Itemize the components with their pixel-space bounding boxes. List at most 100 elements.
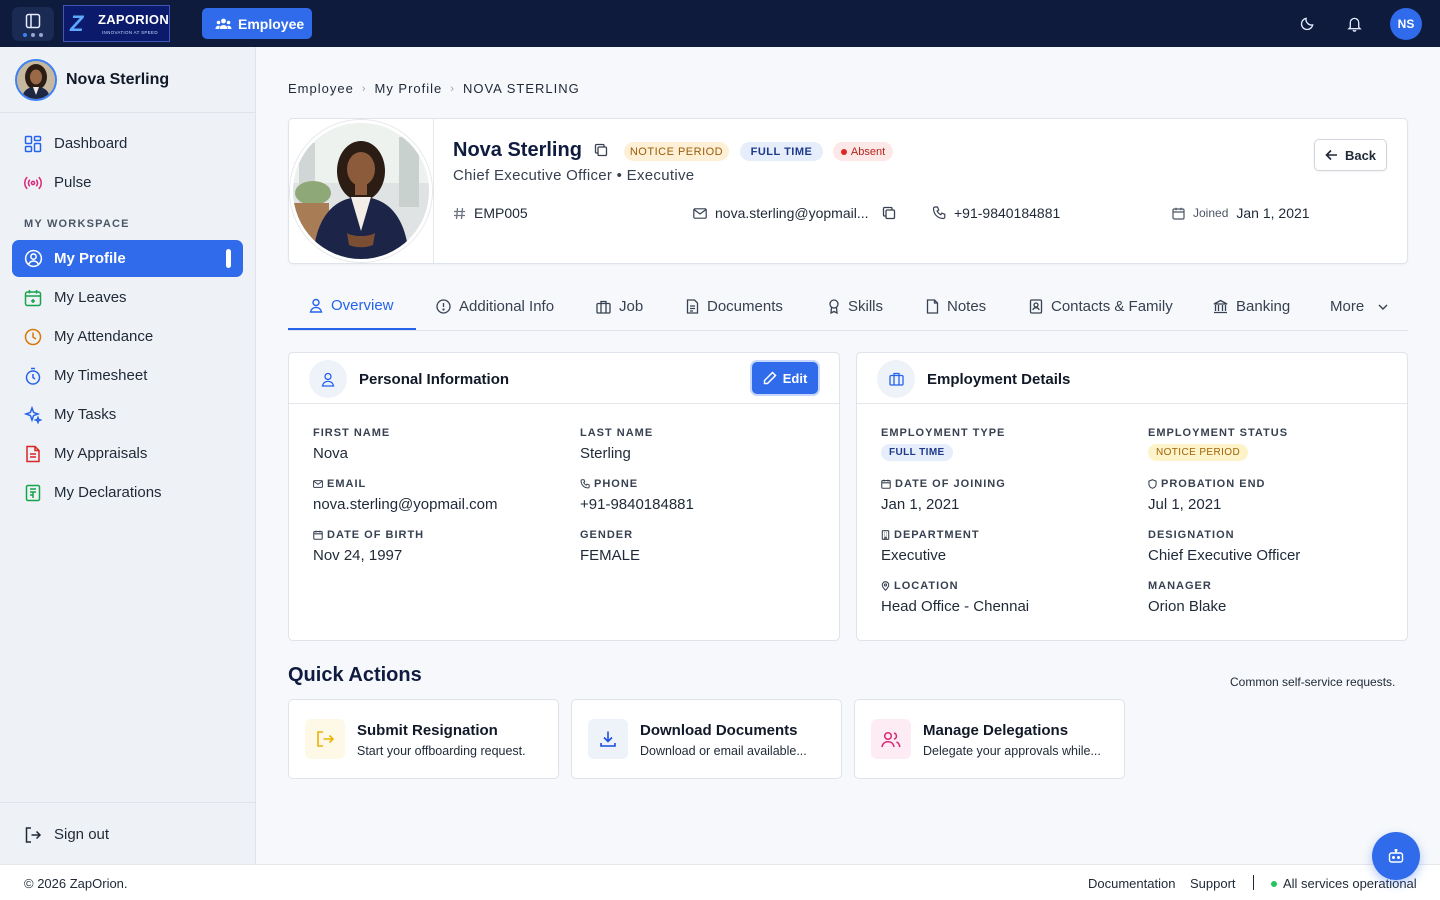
sidebar-item-label: My Appraisals [54, 445, 148, 462]
first-name-field: FIRST NAME Nova [313, 427, 390, 462]
edit-button[interactable]: Edit [752, 362, 818, 394]
back-button[interactable]: Back [1314, 139, 1387, 171]
designation-field: DESIGNATION Chief Executive Officer [1148, 529, 1300, 564]
breadcrumb-item[interactable]: Employee [288, 81, 354, 96]
sidebar-item-my-leaves[interactable]: My Leaves [12, 279, 243, 316]
sidebar-item-pulse[interactable]: Pulse [12, 164, 243, 201]
pencil-icon [763, 371, 777, 385]
chevron-right-icon: › [361, 82, 367, 95]
field-label: DATE OF JOINING [881, 478, 1006, 490]
tab-label: Documents [707, 298, 783, 315]
sidebar: Nova Sterling Dashboard Pulse MY WORKSPA… [0, 47, 256, 864]
tab-overview[interactable]: Overview [288, 283, 416, 330]
employee-module-button[interactable]: Employee [202, 8, 312, 39]
sidebar-item-my-timesheet[interactable]: My Timesheet [12, 357, 243, 394]
logo-mark-icon: Z [70, 11, 84, 36]
pulse-icon [23, 173, 43, 193]
bank-icon [1213, 299, 1228, 314]
tab-additional-info[interactable]: Additional Info [436, 283, 554, 330]
tab-label: Notes [947, 298, 987, 315]
tab-label: Additional Info [459, 298, 555, 315]
field-label-text: DEPARTMENT [894, 529, 980, 541]
logo-text: ZAPORION [98, 12, 170, 27]
file-text-icon [686, 299, 699, 314]
user-icon [309, 360, 347, 398]
breadcrumb-current: NOVA STERLING [462, 81, 580, 96]
tab-documents[interactable]: Documents [686, 283, 783, 330]
copy-name-button[interactable] [594, 143, 608, 157]
copy-icon [594, 143, 608, 157]
field-label-text: PROBATION END [1161, 478, 1266, 490]
quick-action-submit-resignation[interactable]: Submit Resignation Start your offboardin… [288, 699, 559, 779]
users-icon [215, 17, 232, 31]
sidebar-item-dashboard[interactable]: Dashboard [12, 125, 243, 162]
mail-icon [693, 207, 707, 219]
attendance-status-badge: Absent [833, 142, 893, 161]
user-icon [309, 298, 323, 313]
field-value: Jan 1, 2021 [881, 496, 960, 513]
tab-more[interactable]: More [1330, 283, 1388, 330]
field-value: Orion Blake [1148, 598, 1227, 615]
contact-book-icon [1029, 299, 1043, 314]
tab-notes[interactable]: Notes [926, 283, 986, 330]
user-circle-icon [23, 249, 43, 269]
employee-module-label: Employee [238, 15, 305, 32]
phone-field: PHONE +91-9840184881 [580, 478, 694, 513]
joined-label: Joined [1193, 206, 1229, 220]
tab-job[interactable]: Job [596, 283, 643, 330]
employee-id: EMP005 [453, 205, 528, 221]
sidebar-item-my-appraisals[interactable]: My Appraisals [12, 435, 243, 472]
note-icon [926, 299, 939, 314]
card-header: Employment Details [857, 353, 1407, 404]
profile-joined: Joined Jan 1, 2021 [1172, 205, 1310, 221]
sidebar-item-my-profile[interactable]: My Profile [12, 240, 243, 277]
quick-action-manage-delegations[interactable]: Manage Delegations Delegate your approva… [854, 699, 1125, 779]
tab-contacts-family[interactable]: Contacts & Family [1029, 283, 1173, 330]
documentation-link[interactable]: Documentation [1088, 876, 1175, 891]
field-label-text: PHONE [594, 478, 639, 490]
toggle-dots [23, 33, 45, 37]
field-label-text: EMAIL [327, 478, 367, 490]
field-value: FEMALE [580, 547, 641, 564]
quick-action-download-documents[interactable]: Download Documents Download or email ava… [571, 699, 842, 779]
sidebar-toggle-button[interactable] [12, 7, 54, 41]
sidebar-item-my-tasks[interactable]: My Tasks [12, 396, 243, 433]
mail-icon [313, 480, 323, 488]
sidebar-user-header[interactable]: Nova Sterling [0, 47, 255, 113]
sign-out-button[interactable]: Sign out [12, 816, 243, 853]
field-value: nova.sterling@yopmail.com [313, 496, 498, 513]
field-value: Jul 1, 2021 [1148, 496, 1222, 513]
chevron-down-icon [1378, 304, 1388, 310]
breadcrumb-item[interactable]: My Profile [374, 81, 442, 96]
card-title: Employment Details [927, 371, 1071, 388]
theme-toggle-button[interactable] [1300, 0, 1320, 47]
tab-skills[interactable]: Skills [828, 283, 883, 330]
app-logo[interactable]: Z ZAPORION INNOVATION AT SPEED [63, 5, 170, 42]
briefcase-icon [877, 360, 915, 398]
user-avatar-button[interactable]: NS [1390, 8, 1422, 40]
copy-email-button[interactable] [882, 206, 896, 220]
sidebar-item-my-declarations[interactable]: My Declarations [12, 474, 243, 511]
map-pin-icon [881, 581, 890, 591]
notice-period-badge: NOTICE PERIOD [624, 142, 729, 161]
profile-photo [290, 120, 432, 262]
panel-left-icon [25, 13, 41, 29]
active-indicator [226, 249, 231, 268]
calendar-icon [881, 479, 891, 489]
profile-phone: +91-9840184881 [932, 205, 1060, 221]
tab-label: More [1330, 298, 1365, 315]
calendar-icon [23, 288, 43, 308]
bell-icon [1347, 16, 1362, 32]
tab-label: Overview [331, 297, 394, 314]
sidebar-item-my-attendance[interactable]: My Attendance [12, 318, 243, 355]
joined-value: Jan 1, 2021 [1236, 205, 1310, 221]
tab-banking[interactable]: Banking [1213, 283, 1290, 330]
support-link[interactable]: Support [1190, 876, 1236, 891]
notifications-button[interactable] [1347, 0, 1367, 47]
chatbot-button[interactable] [1372, 832, 1420, 880]
phone-icon [580, 479, 590, 489]
moon-icon [1300, 16, 1315, 31]
top-bar: Z ZAPORION INNOVATION AT SPEED Employee … [0, 0, 1440, 47]
field-label-text: DATE OF JOINING [895, 478, 1006, 490]
calendar-icon [1172, 207, 1185, 220]
